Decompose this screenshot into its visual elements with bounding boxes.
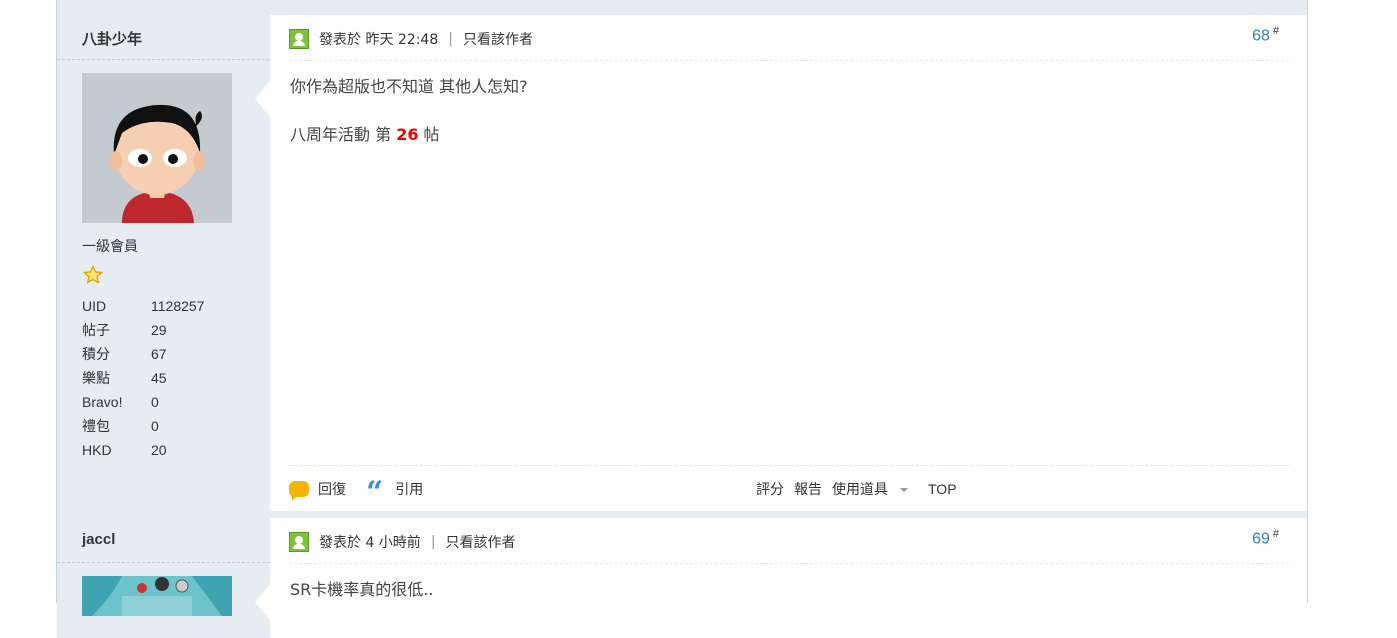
post-separator — [57, 511, 1307, 518]
reply-button[interactable]: 回復 — [318, 479, 346, 499]
stat-row: HKD 20 — [82, 442, 167, 458]
floor-number[interactable]: 69 # — [1252, 528, 1279, 548]
separator: | — [448, 31, 453, 47]
post-actions-left: 回復 “ 引用 — [289, 477, 423, 508]
chevron-down-icon — [900, 488, 908, 492]
user-stats: UID 1128257 帖子 29 積分 67 樂點 45 Bravo! 0 禮包 0 HK… — [82, 294, 204, 462]
floor-number[interactable]: 68 # — [1252, 25, 1279, 45]
top-link[interactable]: TOP — [928, 481, 957, 497]
divider — [289, 60, 1289, 61]
online-status-icon — [289, 29, 309, 49]
quote-icon[interactable]: “ — [366, 478, 383, 508]
divider — [289, 465, 1289, 466]
avatar[interactable] — [82, 73, 232, 223]
stat-row: Bravo! 0 — [82, 394, 159, 410]
author-sidebar: 八卦少年 一級會員 UID 1128257 帖子 29 積分 67 樂點 45 … — [57, 15, 270, 511]
quote-button[interactable]: 引用 — [395, 479, 423, 499]
thread-container: 八卦少年 一級會員 UID 1128257 帖子 29 積分 67 樂點 45 … — [56, 0, 1308, 638]
separator: | — [430, 534, 436, 550]
use-item-menu[interactable]: 使用道具 — [832, 479, 908, 499]
post-text: 你作為超版也不知道 其他人怎知? — [290, 77, 528, 96]
post: 八卦少年 一級會員 UID 1128257 帖子 29 積分 67 樂點 45 … — [57, 15, 1307, 511]
post-time: 發表於 昨天 22:48 — [319, 32, 439, 48]
stat-row: 禮包 0 — [82, 418, 159, 434]
post-text: 八周年活動 第 26 帖 — [290, 125, 440, 144]
stat-row: 帖子 29 — [82, 322, 167, 338]
post-content: SR卡機率真的很低.. — [290, 578, 433, 626]
online-status-icon — [289, 532, 309, 552]
post-actions-right: 評分 報告 使用道具 TOP — [756, 477, 967, 501]
post-body: 發表於 4 小時前 | 只看該作者 69 # SR卡機率真的很低.. — [270, 518, 1307, 638]
post-body: 發表於 昨天 22:48 | 只看該作者 68 # 你作為超版也不知道 其他人怎知… — [270, 15, 1307, 511]
star-icon — [82, 264, 104, 285]
speech-arrow — [255, 80, 271, 118]
post-content: 你作為超版也不知道 其他人怎知? 八周年活動 第 26 帖 — [290, 75, 528, 171]
post-time: 發表於 4 小時前 — [319, 535, 421, 551]
author-sidebar: jaccl — [57, 518, 270, 638]
stat-row: 積分 67 — [82, 346, 167, 362]
post-text: SR卡機率真的很低.. — [290, 580, 434, 599]
post-header: 發表於 4 小時前 | 只看該作者 — [289, 530, 1289, 554]
reply-icon[interactable] — [289, 481, 309, 501]
avatar[interactable] — [82, 576, 232, 616]
post-header: 發表於 昨天 22:48 | 只看該作者 — [289, 27, 1289, 51]
only-author-link[interactable]: 只看該作者 — [446, 532, 516, 552]
stat-row: 樂點 45 — [82, 370, 167, 386]
rate-button[interactable]: 評分 — [756, 479, 784, 499]
report-button[interactable]: 報告 — [794, 479, 822, 499]
divider — [57, 59, 270, 60]
post-actions: 回復 “ 引用 評分 報告 使用道具 TOP — [289, 477, 1289, 508]
speech-arrow — [255, 583, 271, 621]
divider — [289, 563, 1289, 564]
post: jaccl 發表於 4 小時前 | 只看該作者 69 # SR卡機率真的很低.. — [57, 518, 1307, 638]
only-author-link[interactable]: 只看該作者 — [463, 29, 533, 49]
author-name[interactable]: 八卦少年 — [82, 28, 142, 49]
highlight-number: 26 — [396, 125, 419, 144]
stat-row: UID 1128257 — [82, 298, 205, 314]
divider — [57, 562, 270, 563]
user-rank: 一級會員 — [82, 239, 138, 255]
author-name[interactable]: jaccl — [82, 531, 115, 548]
